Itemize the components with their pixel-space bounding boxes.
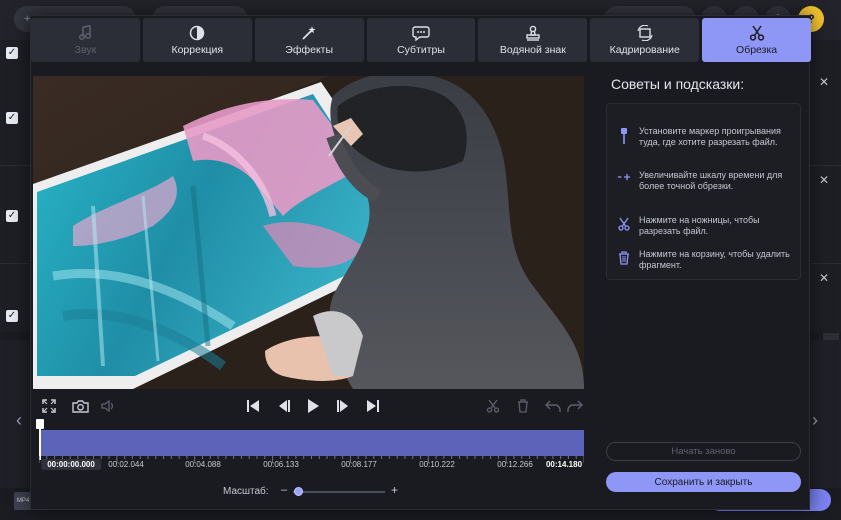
contrast-icon [189, 25, 205, 41]
speech-bubble-icon [412, 25, 430, 41]
crop-rotate-icon [636, 24, 654, 41]
tab-sound[interactable]: Звук [31, 18, 140, 62]
tab-label: Обрезка [736, 43, 778, 56]
time-labels: 00:00:00.000 00:02.044 00:04.088 00:06.1… [31, 459, 591, 472]
tip-item: Установите маркер проигрывания туда, где… [617, 126, 797, 148]
undo-icon[interactable] [545, 398, 561, 414]
redo-icon[interactable] [567, 398, 583, 414]
tick-label: 00:02.044 [108, 460, 144, 469]
current-time-label: 00:00:00.000 [41, 459, 101, 470]
music-note-icon [78, 24, 92, 41]
play-icon[interactable] [305, 398, 321, 414]
stamp-icon [525, 25, 541, 41]
camera-icon[interactable] [71, 398, 89, 414]
save-and-close-button[interactable]: Сохранить и закрыть [606, 472, 801, 492]
zoom-slider-track[interactable] [293, 491, 385, 493]
tip-item: Нажмите на корзину, чтобы удалить фрагме… [617, 249, 797, 271]
tip-text: Нажмите на корзину, чтобы удалить фрагме… [639, 249, 790, 270]
video-preview[interactable] [33, 76, 584, 389]
trash-icon[interactable] [515, 398, 531, 414]
trim-dialog: Звук Коррекция Эффекты Субтитры Водяной … [30, 15, 812, 510]
tab-crop[interactable]: Кадрирование [590, 18, 700, 62]
tab-trim[interactable]: Обрезка [702, 18, 812, 62]
next-frame-icon[interactable] [335, 398, 351, 414]
tip-item: Нажмите на ножницы, чтобы разрезать файл… [617, 215, 797, 237]
skip-end-icon[interactable] [365, 398, 381, 414]
chevron-left-icon[interactable]: ‹ [16, 410, 22, 431]
tick-label: 00:08.177 [341, 460, 377, 469]
close-icon[interactable]: ✕ [819, 173, 829, 187]
trash-icon [617, 249, 631, 271]
tick-label: 00:10.222 [419, 460, 455, 469]
video-frame-image [33, 76, 584, 389]
tab-label: Эффекты [285, 43, 334, 56]
tips-panel: Установите маркер проигрывания туда, где… [606, 103, 801, 280]
tab-label: Водяной знак [499, 43, 566, 56]
tab-label: Коррекция [171, 43, 224, 56]
tick-label: 00:06.133 [263, 460, 299, 469]
zoom-out-icon[interactable]: – [281, 484, 287, 496]
playhead-handle[interactable] [36, 419, 44, 429]
zoom-in-icon[interactable]: + [391, 483, 398, 497]
zoom-timeline-icon [617, 170, 631, 192]
reset-button[interactable]: Начать заново [606, 442, 801, 461]
tick-label: 00:12.266 [497, 460, 533, 469]
file-checkbox[interactable]: ✓ [6, 112, 18, 124]
tab-watermark[interactable]: Водяной знак [478, 18, 588, 62]
tip-text: Нажмите на ножницы, чтобы разрезать файл… [639, 215, 760, 236]
volume-icon[interactable] [100, 398, 116, 414]
chevron-right-icon[interactable]: › [812, 410, 818, 431]
marker-pin-icon [617, 126, 631, 148]
end-time-label: 00:14.180 [545, 460, 583, 469]
tab-label: Субтитры [397, 43, 445, 56]
tab-label: Звук [74, 43, 97, 56]
select-all-checkbox[interactable]: ✓ [6, 47, 18, 59]
file-checkbox[interactable]: ✓ [6, 210, 18, 222]
tip-text: Установите маркер проигрывания туда, где… [639, 126, 781, 147]
tab-label: Кадрирование [609, 43, 680, 56]
zoom-scale: Масштаб: – + [223, 483, 413, 500]
scissors-icon[interactable] [485, 398, 501, 414]
zoom-label: Масштаб: [223, 486, 269, 497]
skip-start-icon[interactable] [245, 398, 261, 414]
zoom-slider-handle[interactable] [294, 487, 303, 496]
scissors-icon [749, 25, 765, 41]
tick-label: 00:04.088 [185, 460, 221, 469]
tip-text: Увеличивайте шкалу времени для более точ… [639, 170, 783, 191]
tab-subtitles[interactable]: Субтитры [366, 18, 476, 62]
tip-item: Увеличивайте шкалу времени для более точ… [617, 170, 797, 192]
close-icon[interactable]: ✕ [819, 75, 829, 89]
tab-correction[interactable]: Коррекция [142, 18, 252, 62]
close-icon[interactable]: ✕ [819, 271, 829, 285]
fullscreen-icon[interactable] [41, 398, 57, 414]
magic-wand-icon [301, 25, 317, 41]
timeline-track[interactable] [39, 430, 584, 456]
tips-title: Советы и подсказки: [611, 76, 745, 92]
scissors-icon [617, 215, 631, 237]
file-checkbox[interactable]: ✓ [6, 310, 18, 322]
player-controls [33, 389, 584, 423]
prev-frame-icon[interactable] [276, 398, 292, 414]
editor-tabs: Звук Коррекция Эффекты Субтитры Водяной … [31, 16, 812, 64]
tab-effects[interactable]: Эффекты [254, 18, 364, 62]
